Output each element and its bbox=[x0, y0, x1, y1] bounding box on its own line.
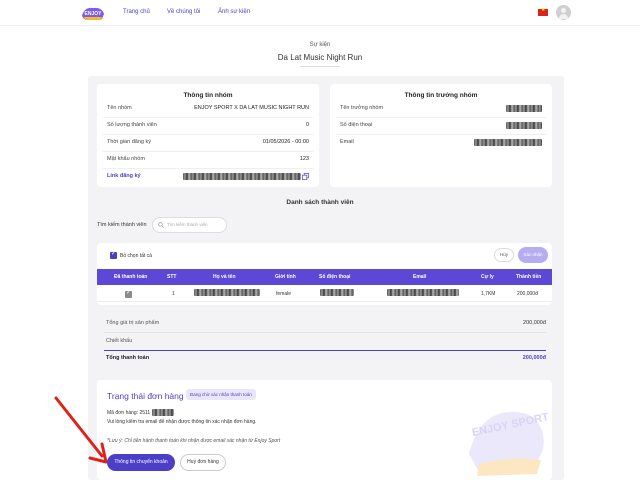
group-info-title: Thông tin nhóm bbox=[183, 92, 233, 99]
vietnam-flag-icon[interactable] bbox=[538, 7, 548, 16]
col-email: Email bbox=[413, 274, 427, 280]
deselect-all-label: Bỏ chọn tất cả bbox=[120, 253, 152, 259]
col-amount: Thành tiền bbox=[516, 274, 542, 280]
grand-total-row: Tổng thanh toán 200,000đ bbox=[106, 355, 546, 365]
member-count-row: Số lượng thành viên 0 bbox=[107, 122, 309, 132]
group-password-value: 123 bbox=[299, 156, 309, 162]
register-time-label: Thời gian đăng ký bbox=[107, 139, 151, 145]
totals-accent-divider bbox=[104, 350, 546, 351]
group-name-row: Tên nhóm ENJOY SPORT X DA LAT MUSIC NIGH… bbox=[107, 105, 309, 115]
grand-total-label: Tổng thanh toán bbox=[106, 355, 150, 361]
search-placeholder: Tìm kiếm thành viên bbox=[167, 222, 208, 227]
leader-name-redacted bbox=[506, 105, 542, 112]
row-name-redacted bbox=[194, 289, 260, 296]
table-row-divider bbox=[97, 301, 552, 302]
search-input[interactable]: Tìm kiếm thành viên bbox=[152, 217, 227, 233]
row-amount: 200,000đ bbox=[517, 291, 538, 297]
col-phone: Số điện thoại bbox=[319, 274, 351, 280]
col-full-name: Họ và tên bbox=[213, 274, 236, 280]
group-info-card: Thông tin nhóm Tên nhóm ENJOY SPORT X DA… bbox=[97, 84, 319, 187]
cancel-selection-button[interactable]: Hủy bbox=[494, 248, 514, 262]
register-link-label: Link đăng ký bbox=[107, 173, 141, 179]
row-gender: female bbox=[276, 291, 292, 297]
title-divider bbox=[300, 66, 340, 67]
discount-label: Chiết khấu bbox=[106, 338, 133, 344]
breadcrumb-section: Sự kiện bbox=[309, 42, 331, 48]
payment-note: *Lưu ý: Chỉ tiến hành thanh toán khi nhậ… bbox=[107, 438, 281, 444]
leader-email-label: Email bbox=[340, 139, 354, 145]
logo-text: ENJOY bbox=[85, 11, 103, 17]
register-link-row: Link đăng ký bbox=[107, 173, 309, 183]
search-label: Tìm kiếm thành viên bbox=[97, 222, 147, 228]
nav-home[interactable]: Trang chủ bbox=[123, 9, 150, 15]
leader-name-label: Tên trưởng nhóm bbox=[340, 105, 384, 111]
register-link-redacted[interactable] bbox=[183, 173, 301, 180]
check-email-text: Vui lòng kiểm tra email để nhận được thô… bbox=[107, 419, 257, 425]
member-list-title: Danh sách thành viên bbox=[286, 199, 354, 206]
group-name-value: ENJOY SPORT X DA LAT MUSIC NIGHT RUN bbox=[194, 105, 309, 111]
col-stt: STT bbox=[167, 274, 177, 280]
row-distance: 1,7KM bbox=[481, 291, 496, 297]
page-title: Da Lat Music Night Run bbox=[277, 53, 363, 62]
deselect-all-checkbox[interactable] bbox=[110, 250, 117, 259]
leader-info-title: Thông tin trưởng nhóm bbox=[404, 92, 478, 99]
group-name-label: Tên nhóm bbox=[107, 105, 132, 111]
status-badge: Đang chờ xác nhận thanh toán bbox=[186, 389, 256, 400]
row-stt: 1 bbox=[172, 291, 175, 297]
leader-phone-row: Số điện thoại bbox=[340, 122, 542, 132]
row-email-redacted bbox=[387, 289, 459, 296]
group-password-row: Mật khẩu nhóm 123 bbox=[107, 156, 309, 166]
confirm-selection-button[interactable]: Xác nhận bbox=[518, 247, 548, 263]
member-count-label: Số lượng thành viên bbox=[107, 122, 157, 128]
group-password-label: Mật khẩu nhóm bbox=[107, 156, 145, 162]
user-avatar[interactable] bbox=[556, 5, 571, 20]
col-gender: Giới tính bbox=[275, 274, 296, 280]
product-total-label: Tổng giá trị sản phẩm bbox=[106, 320, 160, 326]
leader-email-row: Email bbox=[340, 139, 542, 149]
leader-phone-label: Số điện thoại bbox=[340, 122, 373, 128]
cancel-order-button[interactable]: Huỷ đơn hàng bbox=[180, 454, 226, 471]
enjoy-logo[interactable]: ENJOY bbox=[80, 4, 106, 22]
discount-row: Chiết khấu bbox=[106, 338, 546, 348]
col-distance: Cự ly bbox=[481, 274, 494, 280]
grand-total-value: 200,000đ bbox=[522, 355, 546, 361]
leader-email-redacted bbox=[474, 139, 542, 146]
search-icon bbox=[158, 222, 164, 228]
order-code-redacted bbox=[151, 409, 174, 416]
leader-info-card: Thông tin trưởng nhóm Tên trưởng nhóm Số… bbox=[330, 84, 552, 187]
paid-checkbox[interactable] bbox=[125, 289, 132, 298]
row-phone-redacted bbox=[320, 289, 354, 296]
member-table-header: Đã thanh toán STT Họ và tên Giới tính Số… bbox=[97, 269, 552, 285]
register-time-row: Thời gian đăng ký 01/05/2026 - 00:00 bbox=[107, 139, 309, 149]
order-status-card: ENJOY SPORT Trạng thái đơn hàng Đang chờ… bbox=[97, 380, 552, 480]
product-total-value: 200,000đ bbox=[523, 320, 546, 326]
top-bar: ENJOY Trang chủ Về chúng tôi Ảnh sự kiện bbox=[0, 0, 640, 26]
product-total-row: Tổng giá trị sản phẩm 200,000đ bbox=[106, 320, 546, 330]
nav-about[interactable]: Về chúng tôi bbox=[167, 9, 200, 15]
leader-phone-redacted bbox=[506, 122, 542, 129]
enjoy-sport-watermark: ENJOY SPORT bbox=[469, 411, 549, 476]
leader-name-row: Tên trưởng nhóm bbox=[340, 105, 542, 115]
register-time-value: 01/05/2026 - 00:00 bbox=[262, 139, 309, 145]
copy-icon[interactable] bbox=[302, 173, 309, 180]
nav-event-photos[interactable]: Ảnh sự kiện bbox=[218, 9, 250, 15]
member-count-value: 0 bbox=[305, 122, 309, 128]
red-arrow-annotation bbox=[54, 396, 108, 464]
col-paid: Đã thanh toán bbox=[114, 274, 148, 280]
totals-divider bbox=[104, 332, 546, 333]
